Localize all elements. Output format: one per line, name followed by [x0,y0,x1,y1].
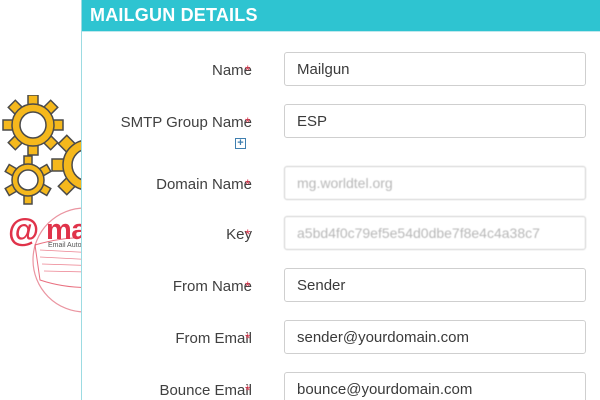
at-sign-icon: @ [8,212,40,248]
from-name-input[interactable]: Sender [284,268,586,302]
field-row-bounce-email: Bounce Email * bounce@yourdomain.com [82,372,600,400]
field-row-key: Key * a5bd4f0c79ef5e54d0dbe7f8e4c4a38c7 [82,216,600,252]
panel-title: MAILGUN DETAILS [82,0,600,32]
field-row-name: Name * Mailgun [82,52,600,88]
required-marker: * [245,176,251,192]
required-marker: * [245,62,251,78]
plus-square-icon[interactable]: + [235,138,246,149]
from-email-label: From Email [175,329,252,347]
field-row-domain: Domain Name * mg.worldtel.org [82,166,600,202]
smtp-group-label: SMTP Group Name [120,113,252,131]
domain-label: Domain Name [156,175,252,193]
field-row-from-name: From Name * Sender [82,268,600,304]
field-row-smtp-group: SMTP Group Name * ESP [82,104,600,140]
domain-input[interactable]: mg.worldtel.org [284,166,586,200]
mailgun-details-panel: MAILGUN DETAILS Name * Mailgun SMTP Grou… [81,0,600,400]
key-input[interactable]: a5bd4f0c79ef5e54d0dbe7f8e4c4a38c7 [284,216,586,250]
field-row-from-email: From Email * sender@yourdomain.com [82,320,600,356]
required-marker: * [245,226,251,242]
decorative-art: @ mailgun Email Automation [0,0,154,400]
required-marker: * [245,278,251,294]
name-input[interactable]: Mailgun [284,52,586,86]
gear-icon [2,95,64,156]
bounce-email-label: Bounce Email [159,381,252,399]
from-name-label: From Name [172,277,252,295]
from-email-input[interactable]: sender@yourdomain.com [284,320,586,354]
required-marker: * [245,330,251,346]
smtp-group-input[interactable]: ESP [284,104,586,138]
required-marker: * [245,114,251,130]
bounce-email-input[interactable]: bounce@yourdomain.com [284,372,586,400]
gear-icon [4,155,52,205]
required-marker: * [245,382,251,398]
